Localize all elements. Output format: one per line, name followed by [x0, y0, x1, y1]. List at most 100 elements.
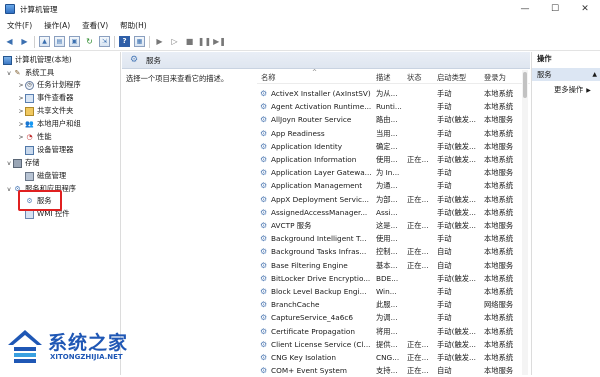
service-description: 基本...: [376, 260, 398, 270]
service-description: 此服...: [376, 300, 398, 310]
column-status[interactable]: 状态: [407, 73, 422, 83]
help-icon[interactable]: ?: [119, 36, 130, 47]
forward-arrow-icon[interactable]: ▶: [19, 36, 30, 47]
scrollbar-thumb[interactable]: [523, 72, 527, 98]
view-icon[interactable]: ▦: [134, 36, 145, 47]
up-folder-icon[interactable]: ▲: [39, 36, 50, 47]
table-row[interactable]: ⚙ Client License Service (Cl... 提供... 正在...…: [257, 338, 530, 351]
table-row[interactable]: ⚙ Background Tasks Infras... 控制... 正在... 自动本…: [257, 245, 530, 258]
more-actions-link[interactable]: 更多操作 ▶: [554, 85, 591, 95]
tree-item-disk-management[interactable]: 磁盘管理: [17, 170, 66, 182]
service-gear-icon: ⚙: [260, 115, 268, 125]
tree-item-storage[interactable]: v 存储: [5, 157, 40, 169]
tree-item-event-viewer[interactable]: > 事件查看器: [17, 92, 73, 104]
table-row[interactable]: ⚙ CNG Key Isolation CNG... 正在... 手动(触发... 本地系…: [257, 351, 530, 364]
menu-view[interactable]: 查看(V): [82, 20, 108, 31]
expander-icon[interactable]: >: [17, 95, 25, 102]
table-row[interactable]: ⚙ AllJoyn Router Service 路由... 手动(触发... 本地服务: [257, 113, 530, 126]
expander-icon[interactable]: v: [5, 160, 13, 167]
pause-service-icon[interactable]: ❚❚: [198, 36, 211, 47]
service-startup-type: 手动: [437, 234, 452, 244]
table-row[interactable]: ⚙ App Readiness 当用... 手动 本地系统: [257, 127, 530, 140]
start-service-icon[interactable]: ▶: [154, 36, 165, 47]
table-row[interactable]: ⚙ Application Information 使用... 正在... 手动(触发.…: [257, 153, 530, 166]
service-status: 正在...: [407, 353, 429, 362]
table-row[interactable]: ⚙ BitLocker Drive Encryptio... BDE... 手动(触发…: [257, 272, 530, 285]
service-description: Win...: [376, 287, 397, 296]
toolbar-separator: [34, 35, 35, 48]
service-description: CNG...: [376, 353, 400, 362]
service-gear-icon: ⚙: [260, 194, 268, 204]
table-row[interactable]: ⚙ CaptureService_4a6c6 为调... 手动 本地系统: [257, 311, 530, 324]
export-list-icon[interactable]: ⇲: [99, 36, 110, 47]
stop-service-icon[interactable]: ■: [184, 36, 195, 47]
tree-item-device-manager[interactable]: 设备管理器: [17, 144, 73, 156]
tree-root[interactable]: 计算机管理(本地): [3, 54, 72, 66]
show-tree-icon[interactable]: ▤: [54, 36, 65, 47]
refresh-icon[interactable]: ↻: [84, 36, 95, 47]
service-name: App Readiness: [271, 128, 325, 138]
menu-help[interactable]: 帮助(H): [120, 20, 147, 31]
table-row[interactable]: ⚙ Certificate Propagation 将用... 手动(触发... 本地系…: [257, 325, 530, 338]
table-row[interactable]: ⚙ Background Intelligent T... 使用... 手动 本地系统: [257, 232, 530, 245]
service-gear-icon: ⚙: [260, 155, 268, 164]
table-row[interactable]: ⚙ Block Level Backup Engi... Win... 手动 本地系统: [257, 285, 530, 298]
vertical-scrollbar[interactable]: [522, 70, 528, 375]
menu-file[interactable]: 文件(F): [7, 20, 32, 31]
service-status: 正在...: [407, 260, 429, 270]
actions-group-services[interactable]: 服务 ▲: [532, 68, 600, 81]
table-row[interactable]: ⚙ Base Filtering Engine 基本... 正在... 自动 本地服务: [257, 259, 530, 272]
close-button[interactable]: ✕: [570, 0, 600, 18]
service-name: Client License Service (Cl...: [271, 339, 371, 349]
service-gear-icon: ⚙: [260, 247, 268, 257]
restart-service-icon[interactable]: ▶❚: [213, 36, 226, 47]
table-row[interactable]: ⚙ AssignedAccessManager... Assi... 手动(触发...…: [257, 206, 530, 219]
disk-icon: [25, 171, 34, 181]
service-name: Application Management: [271, 181, 363, 191]
collapse-up-icon[interactable]: ▲: [592, 71, 597, 78]
table-row[interactable]: ⚙ Agent Activation Runtime... Runti... 手动 本地…: [257, 100, 530, 113]
expander-icon[interactable]: >: [17, 108, 25, 115]
table-row[interactable]: ⚙ COM+ Event System 支持... 正在... 自动 本地服务: [257, 364, 530, 377]
table-row[interactable]: ⚙ AVCTP 服务 这是... 正在... 手动(触发... 本地服务: [257, 219, 530, 232]
table-row[interactable]: ⚙ BranchCache 此服... 手动 网络服务: [257, 298, 530, 311]
expander-icon[interactable]: >: [17, 121, 25, 128]
start-alt-icon[interactable]: ▷: [169, 36, 180, 47]
service-startup-type: 手动(触发...: [437, 207, 476, 217]
service-description: 为从...: [376, 89, 398, 98]
expander-icon[interactable]: v: [5, 186, 13, 193]
service-name: AllJoyn Router Service: [271, 115, 352, 125]
service-startup-type: 手动: [437, 313, 452, 323]
tree-item-performance[interactable]: > ◔ 性能: [17, 131, 51, 143]
expander-icon[interactable]: >: [17, 82, 25, 89]
service-gear-icon: ⚙: [260, 273, 268, 283]
table-row[interactable]: ⚙ Application Layer Gatewa... 为 In... 手动 本地服…: [257, 166, 530, 179]
table-row[interactable]: ⚙ Application Management 为通... 手动 本地系统: [257, 179, 530, 192]
properties-icon[interactable]: ▣: [69, 36, 80, 47]
tree-item-shared-folders[interactable]: > 共享文件夹: [17, 105, 73, 117]
tree-item-local-users[interactable]: > 👥 本地用户和组: [17, 118, 80, 130]
service-startup-type: 手动(触发...: [437, 339, 476, 349]
table-row[interactable]: ⚙ ActiveX Installer (AxInstSV) 为从... 手动 本地系统: [257, 87, 530, 100]
service-name: Agent Activation Runtime...: [271, 102, 372, 112]
back-arrow-icon[interactable]: ◀: [4, 36, 15, 47]
column-log-on-as[interactable]: 登录为: [484, 73, 506, 83]
table-row[interactable]: ⚙ AppX Deployment Servic... 为部... 正在... 手动(触…: [257, 193, 530, 206]
tree-item-system-tools[interactable]: v ✎ 系统工具: [5, 67, 54, 79]
service-gear-icon: ⚙: [260, 287, 268, 296]
maximize-button[interactable]: ☐: [540, 0, 570, 18]
minimize-button[interactable]: —: [510, 0, 540, 18]
house-logo-icon: [8, 330, 42, 363]
menu-action[interactable]: 操作(A): [44, 20, 70, 31]
service-description: 确定...: [376, 141, 398, 151]
service-name: ActiveX Installer (AxInstSV): [271, 89, 371, 98]
table-row[interactable]: ⚙ Application Identity 确定... 手动(触发... 本地服务: [257, 140, 530, 153]
expander-icon[interactable]: v: [5, 70, 13, 77]
service-description: 将用...: [376, 326, 398, 336]
service-gear-icon: ⚙: [260, 207, 268, 217]
tree-item-task-scheduler[interactable]: > ◷ 任务计划程序: [17, 79, 81, 91]
column-startup-type[interactable]: 启动类型: [437, 73, 466, 83]
column-name[interactable]: 名称: [261, 73, 276, 83]
column-description[interactable]: 描述: [376, 73, 391, 83]
expander-icon[interactable]: >: [17, 134, 25, 141]
